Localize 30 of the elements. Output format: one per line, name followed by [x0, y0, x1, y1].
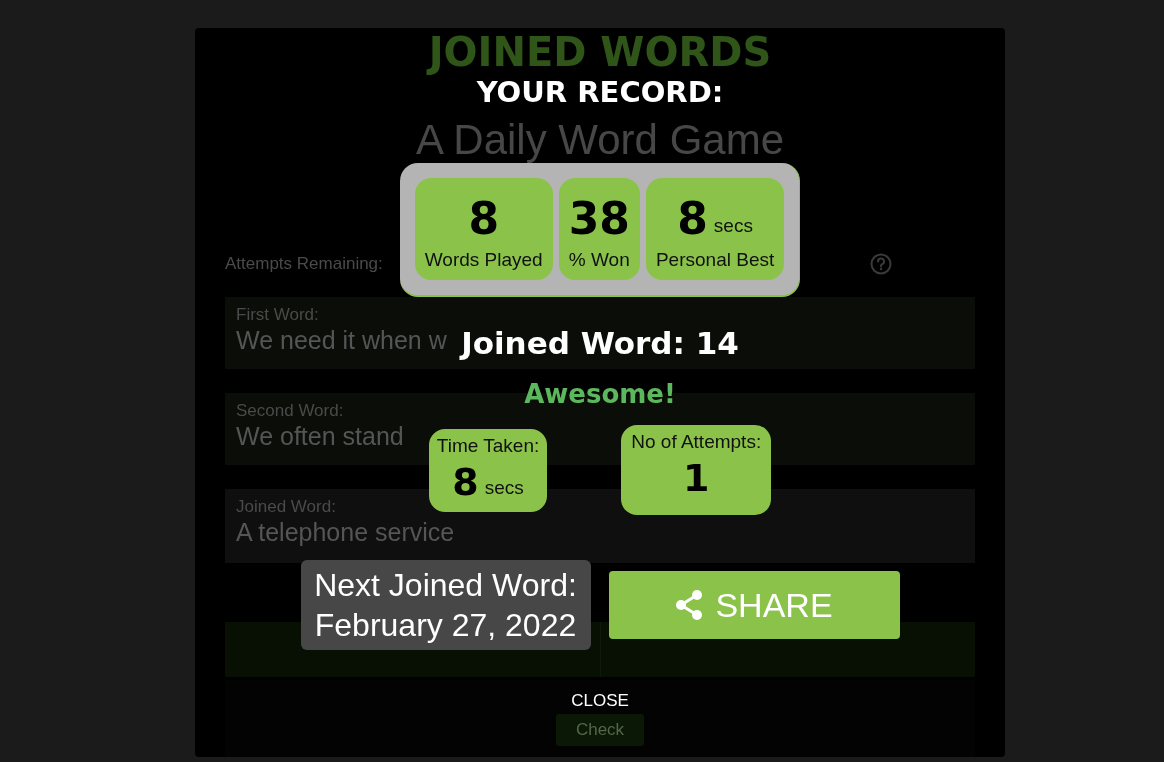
attempts-label: Attempts Remaining:	[225, 254, 383, 274]
result-value: 8	[452, 459, 479, 504]
result-title: Joined Word: 14	[461, 324, 739, 363]
result-label: No of Attempts:	[631, 430, 762, 454]
clue-label: Second Word:	[236, 401, 344, 421]
next-word-label: Next Joined Word:	[314, 566, 577, 605]
stat-label: Words Played	[424, 248, 543, 272]
result-label: Time Taken:	[436, 433, 540, 458]
check-button[interactable]: Check	[556, 714, 644, 746]
game-subtitle: A Daily Word Game	[416, 118, 784, 162]
stat-value: 8	[677, 194, 708, 244]
clue-text: We need it when w	[236, 325, 447, 355]
result-unit: secs	[484, 475, 524, 500]
stat-label: % Won	[568, 248, 630, 272]
help-icon[interactable]	[870, 253, 892, 275]
share-icon	[675, 590, 704, 620]
clue-text: We often stand	[236, 421, 404, 451]
clue-label: Joined Word:	[236, 497, 336, 517]
praise-text: Awesome!	[524, 378, 676, 411]
share-button[interactable]: SHARE	[608, 571, 900, 639]
stat-value: 38	[568, 194, 630, 244]
clue-label: First Word:	[236, 305, 319, 325]
stat-unit: secs	[713, 214, 753, 238]
stat-label: Personal Best	[655, 248, 775, 272]
next-word-date: February 27, 2022	[314, 606, 577, 645]
modal-title: YOUR RECORD:	[476, 75, 724, 109]
clue-text: A telephone service	[236, 517, 455, 547]
result-value: 1	[683, 456, 710, 500]
close-button[interactable]: CLOSE	[565, 690, 635, 712]
stat-value: 8	[468, 194, 500, 244]
